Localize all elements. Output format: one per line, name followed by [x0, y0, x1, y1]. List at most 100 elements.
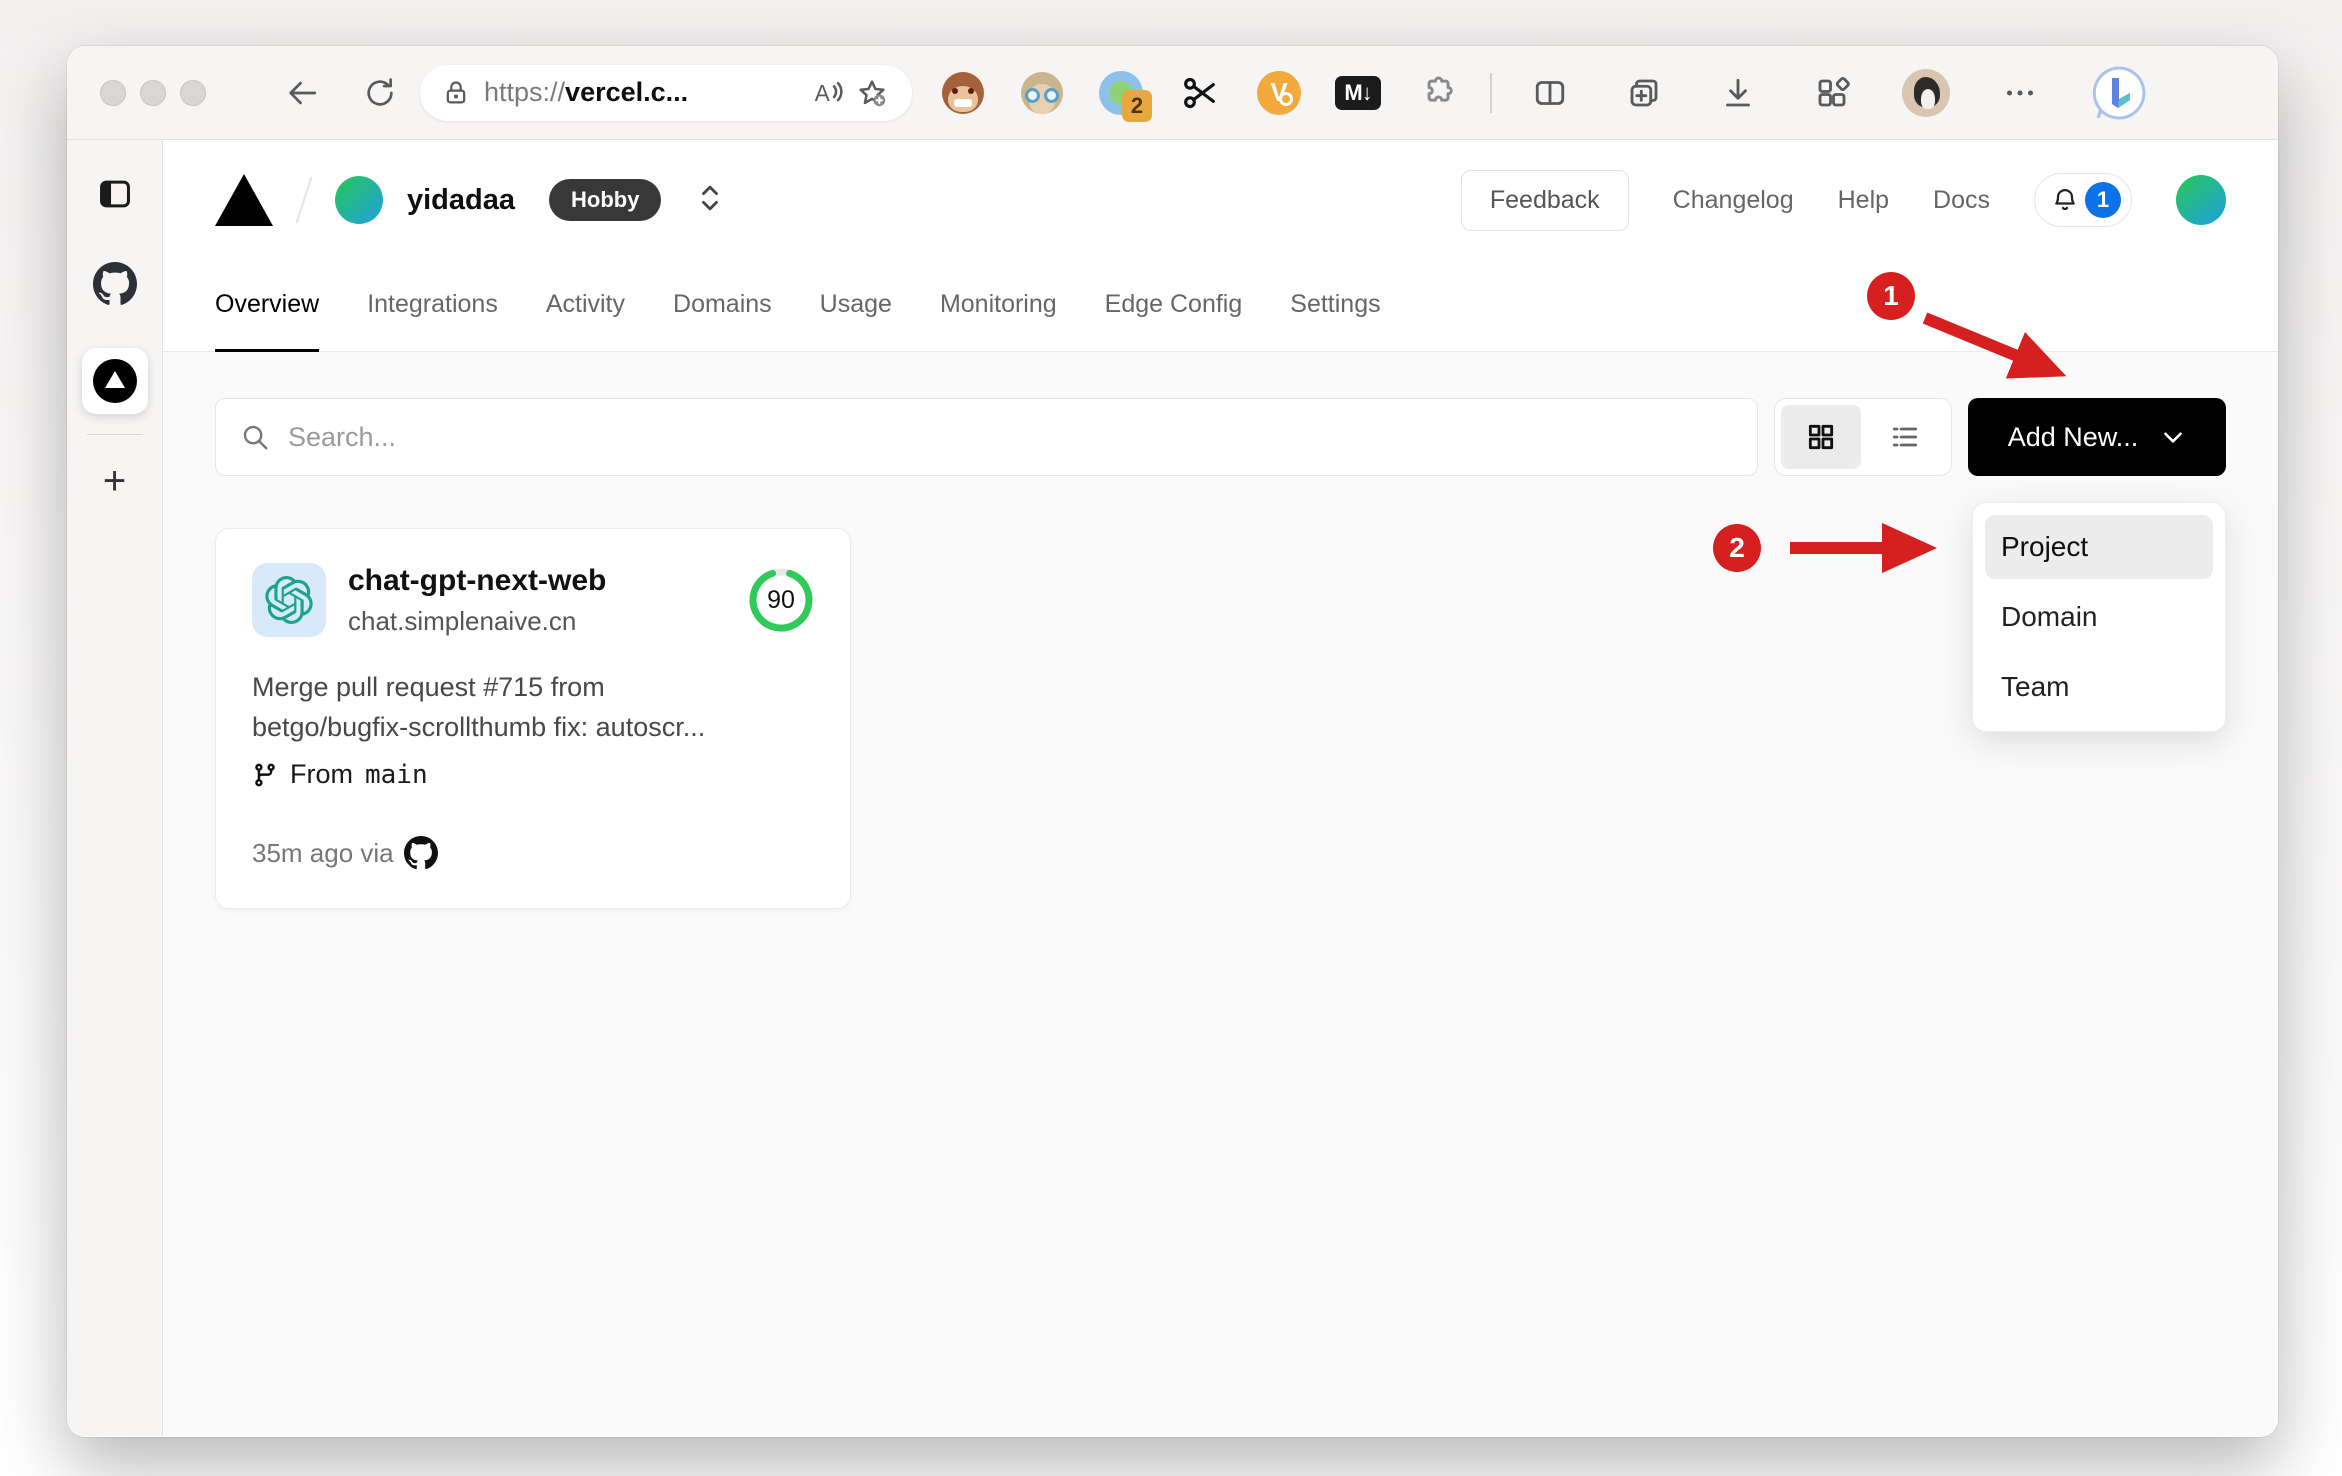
tab-overview[interactable]: Overview — [215, 260, 320, 352]
browser-toolbar: https://vercel.c... A 2 V M↓ — [67, 46, 2278, 140]
add-new-button[interactable]: Add New... — [1968, 398, 2226, 476]
bing-chat-button[interactable] — [2088, 62, 2150, 124]
breadcrumb: yidadaa Hobby — [215, 174, 723, 226]
badge-extension-button[interactable]: 2 — [1098, 70, 1152, 122]
search-input[interactable] — [288, 421, 1733, 453]
markdown-icon: M↓ — [1335, 75, 1381, 110]
docs-link[interactable]: Docs — [1933, 186, 1990, 215]
close-window-button[interactable] — [100, 79, 126, 106]
tab-settings[interactable]: Settings — [1290, 260, 1380, 352]
feedback-button[interactable]: Feedback — [1460, 169, 1629, 231]
zoom-window-button[interactable] — [180, 79, 206, 106]
header-actions: Feedback Changelog Help Docs 1 — [1460, 169, 2226, 231]
collections-button[interactable] — [1618, 67, 1670, 119]
latest-commit-message[interactable]: Merge pull request #715 from betgo/bugfi… — [252, 667, 814, 747]
back-arrow-icon — [289, 81, 317, 104]
branch-row: From main — [252, 759, 814, 790]
vercel-tab-icon — [92, 359, 137, 403]
project-card[interactable]: chat-gpt-next-web chat.simplenaive.cn 90 — [215, 528, 851, 909]
projects-toolbar: Add New... — [215, 398, 2226, 476]
project-domain[interactable]: chat.simplenaive.cn — [348, 606, 606, 637]
bell-icon — [2055, 188, 2075, 211]
view-switcher — [1774, 398, 1952, 476]
tab-activity[interactable]: Activity — [546, 260, 625, 352]
refresh-button[interactable] — [354, 67, 406, 119]
tab-edge-config[interactable]: Edge Config — [1105, 260, 1243, 352]
v-extension-button[interactable]: V — [1256, 70, 1302, 116]
sidebar-tab-vercel-active[interactable] — [81, 348, 148, 414]
dropdown-item-team[interactable]: Team — [1985, 655, 2213, 719]
tab-integrations[interactable]: Integrations — [367, 260, 498, 352]
tab-domains[interactable]: Domains — [673, 260, 772, 352]
sidebar-panel-icon — [99, 180, 130, 208]
new-tab-button[interactable]: + — [89, 455, 141, 507]
changelog-link[interactable]: Changelog — [1673, 186, 1794, 215]
deploy-meta-text: 35m ago via — [252, 837, 394, 868]
toggle-sidebar-button[interactable] — [89, 168, 141, 220]
chevron-up-down-icon — [702, 185, 719, 210]
avatar-extension-button[interactable] — [1019, 70, 1065, 116]
split-screen-button[interactable] — [1524, 67, 1576, 119]
search-box[interactable] — [215, 398, 1758, 476]
list-view-button[interactable] — [1865, 405, 1945, 469]
lighthouse-score-ring[interactable]: 90 — [748, 567, 814, 633]
tab-monitoring[interactable]: Monitoring — [940, 260, 1057, 352]
sidebar-tab-github[interactable] — [89, 258, 141, 310]
minimize-window-button[interactable] — [140, 79, 166, 106]
dropdown-item-project[interactable]: Project — [1985, 515, 2213, 579]
help-link[interactable]: Help — [1838, 186, 1889, 215]
dropdown-item-domain[interactable]: Domain — [1985, 585, 2213, 649]
sidebar-divider — [86, 434, 143, 435]
v-logo-icon: V — [1257, 70, 1301, 115]
bing-icon — [2092, 65, 2146, 119]
settings-more-button[interactable] — [1994, 67, 2046, 119]
browser-essentials-button[interactable] — [1806, 67, 1858, 119]
markdown-extension-button[interactable]: M↓ — [1335, 70, 1381, 116]
refresh-icon — [367, 77, 393, 106]
collections-icon — [1630, 79, 1658, 106]
user-avatar[interactable] — [2176, 175, 2226, 225]
list-view-icon — [1892, 427, 1918, 447]
monkey-icon — [942, 71, 984, 114]
team-name[interactable]: yidadaa — [407, 184, 515, 217]
ellipsis-icon — [2006, 89, 2034, 96]
notifications-button[interactable]: 1 — [2034, 173, 2132, 227]
lock-icon — [446, 80, 466, 103]
toolbar-divider — [1490, 72, 1492, 113]
project-meta: chat-gpt-next-web chat.simplenaive.cn — [348, 564, 606, 637]
extension-badge: 2 — [1122, 89, 1152, 122]
branch-name: main — [365, 759, 428, 790]
add-favorite-button[interactable] — [850, 71, 894, 115]
deploy-meta-row: 35m ago via — [252, 836, 814, 870]
vercel-logo-icon[interactable] — [215, 174, 273, 226]
openai-logo-icon — [265, 576, 313, 624]
branch-prefix: From — [290, 759, 353, 789]
downloads-button[interactable] — [1712, 67, 1764, 119]
browser-actions — [1524, 62, 2150, 124]
grid-view-icon — [1808, 424, 1834, 450]
back-button[interactable] — [276, 67, 328, 119]
commit-line-2: betgo/bugfix-scrollthumb fix: autoscr... — [252, 712, 706, 742]
read-aloud-button[interactable]: A — [806, 71, 850, 115]
puzzle-icon — [1427, 76, 1453, 102]
team-switcher-button[interactable] — [697, 181, 723, 220]
grid-view-button[interactable] — [1781, 405, 1861, 469]
github-icon — [92, 262, 137, 305]
browser-window: https://vercel.c... A 2 V M↓ + yidadaa H… — [67, 46, 2278, 1437]
profile-button[interactable] — [1900, 67, 1952, 119]
search-icon — [243, 425, 268, 450]
clipper-extension-button[interactable] — [1177, 70, 1223, 116]
tab-usage[interactable]: Usage — [820, 260, 892, 352]
extensions-row: 2 V M↓ — [940, 70, 1460, 122]
commit-line-1: Merge pull request #715 from — [252, 672, 605, 702]
plan-badge: Hobby — [549, 179, 662, 221]
project-name[interactable]: chat-gpt-next-web — [348, 564, 606, 598]
url-display: https://vercel.c... — [484, 77, 689, 107]
extensions-menu-button[interactable] — [1414, 70, 1460, 116]
profile-avatar — [1902, 68, 1950, 117]
address-bar[interactable]: https://vercel.c... A — [420, 64, 912, 121]
tampermonkey-extension-button[interactable] — [940, 70, 986, 116]
notification-count-badge: 1 — [2085, 182, 2121, 218]
add-new-dropdown: Project Domain Team — [1972, 502, 2226, 732]
team-avatar[interactable] — [335, 176, 383, 224]
